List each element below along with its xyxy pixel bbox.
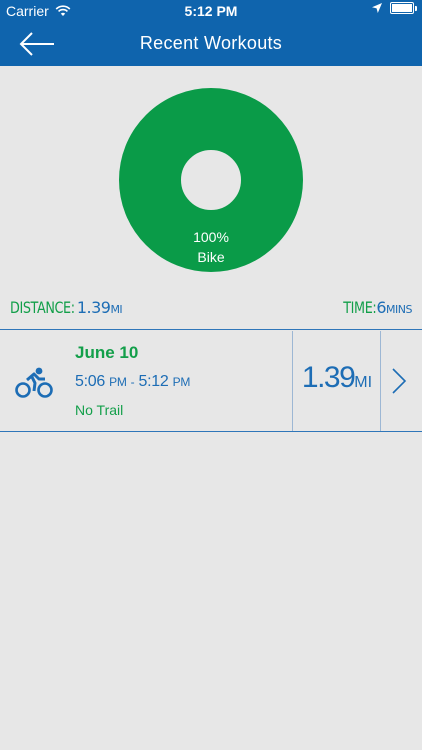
time-summary: TIME:6MINS xyxy=(335,298,412,317)
start-ampm: PM xyxy=(109,375,127,389)
time-label: TIME: xyxy=(343,298,377,317)
distance-value: 1.39 xyxy=(76,298,111,317)
workout-distance-value: 1.39 xyxy=(301,361,356,394)
time-unit: MINS xyxy=(386,303,412,316)
workout-time-range: 5:06 PM - 5:12 PM xyxy=(75,373,190,391)
status-time: 5:12 PM xyxy=(184,3,238,19)
time-separator: - xyxy=(130,375,135,389)
donut-activity-label: Bike xyxy=(197,249,225,265)
row-top-divider xyxy=(0,329,422,330)
screen: Carrier 5:12 PM Recent Workouts 100% Bik… xyxy=(0,0,422,750)
workout-distance: 1.39MI xyxy=(296,361,378,395)
workout-row[interactable]: June 10 5:06 PM - 5:12 PM No Trail 1.39M… xyxy=(0,331,422,431)
time-value: 6 xyxy=(376,298,387,317)
donut-percent-label: 100% xyxy=(193,229,229,245)
row-divider-right xyxy=(380,331,381,431)
top-bar: Carrier 5:12 PM Recent Workouts xyxy=(0,0,422,66)
nav-bar: Recent Workouts xyxy=(0,22,422,66)
page-title: Recent Workouts xyxy=(139,33,283,53)
row-bottom-divider xyxy=(0,431,422,432)
start-time: 5:06 xyxy=(75,373,105,390)
workout-trail: No Trail xyxy=(75,402,124,418)
distance-summary: DISTANCE: 1.39MI xyxy=(10,298,123,317)
location-arrow-icon xyxy=(372,3,382,13)
status-right-group xyxy=(372,2,417,14)
end-ampm: PM xyxy=(172,375,191,389)
row-divider-left xyxy=(292,331,293,431)
status-bar: Carrier 5:12 PM xyxy=(0,0,422,22)
workout-date: June 10 xyxy=(75,343,139,362)
workout-distance-unit: MI xyxy=(354,374,373,391)
distance-label: DISTANCE: xyxy=(10,298,75,317)
distance-unit: MI xyxy=(110,303,123,316)
end-time: 5:12 xyxy=(138,373,169,390)
battery-icon xyxy=(390,2,417,14)
chevron-right-icon[interactable] xyxy=(389,367,409,395)
summary-row: DISTANCE: 1.39MI TIME:6MINS xyxy=(10,298,412,322)
donut-slice-bike xyxy=(119,88,303,272)
bike-icon xyxy=(15,367,53,398)
